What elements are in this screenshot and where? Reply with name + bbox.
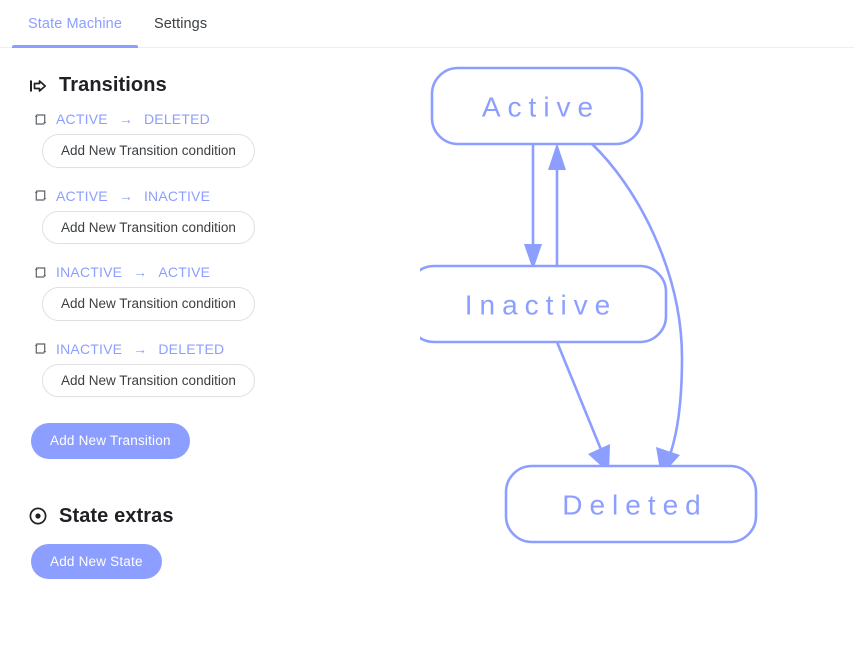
transition-loop-icon <box>33 112 48 127</box>
page-content: Transitions ACTIVE → DELETED Add New Tra… <box>0 48 854 671</box>
transition-loop-icon <box>33 188 48 203</box>
transition-row: ACTIVE → DELETED Add New Transition cond… <box>28 111 420 182</box>
transition-loop-icon <box>33 265 48 280</box>
tab-state-machine[interactable]: State Machine <box>12 0 138 48</box>
transition-arrow-icon: → <box>133 340 148 357</box>
add-new-transition-button[interactable]: Add New Transition <box>31 423 190 459</box>
state-extras-title: State extras <box>59 504 174 527</box>
transition-to: INACTIVE <box>143 187 211 204</box>
edge-arrowhead <box>548 143 566 170</box>
add-transition-button-wrap: Add New Transition <box>31 423 420 459</box>
node-label-deleted: Deleted <box>562 490 708 521</box>
add-new-state-button[interactable]: Add New State <box>31 543 162 579</box>
add-transition-condition-button[interactable]: Add New Transition condition <box>42 210 255 244</box>
transitions-title: Transitions <box>59 74 167 96</box>
transition-label: ACTIVE → INACTIVE <box>28 188 420 204</box>
edge-inactive-to-deleted <box>555 341 610 473</box>
add-transition-condition-button[interactable]: Add New Transition condition <box>42 134 255 168</box>
transition-to: DELETED <box>143 111 210 127</box>
transition-row: INACTIVE → DELETED Add New Transition co… <box>28 341 420 412</box>
transition-loop-icon <box>33 341 48 356</box>
transitions-section-header: Transitions <box>28 74 420 97</box>
diagram-node-inactive[interactable]: Inactive <box>420 264 668 344</box>
tab-bar: State Machine Settings <box>0 0 854 48</box>
state-machine-diagram: Active Inactive Deleted <box>420 48 854 671</box>
transition-arrow-icon: → <box>118 187 133 204</box>
transition-to: ACTIVE <box>158 264 211 280</box>
edge-active-to-inactive <box>524 144 542 270</box>
node-label-inactive: Inactive <box>465 290 618 321</box>
transition-label: INACTIVE → DELETED <box>28 341 420 357</box>
transition-arrow-icon: → <box>118 111 133 127</box>
transition-from: INACTIVE <box>56 264 123 280</box>
arrow-right-from-bar-icon <box>28 76 48 96</box>
transition-from: ACTIVE <box>56 187 108 204</box>
tab-settings-label: Settings <box>154 15 208 32</box>
transition-label: INACTIVE → ACTIVE <box>28 264 420 280</box>
edge-inactive-to-active <box>548 143 566 266</box>
diagram-node-active[interactable]: Active <box>430 66 644 146</box>
transition-label: ACTIVE → DELETED <box>28 111 420 127</box>
transition-to: DELETED <box>158 340 225 357</box>
tab-settings[interactable]: Settings <box>138 0 223 47</box>
transition-from: ACTIVE <box>56 111 108 127</box>
node-label-active: Active <box>482 92 600 123</box>
tab-state-machine-label: State Machine <box>28 15 122 32</box>
state-machine-svg: Active Inactive Deleted <box>420 66 758 544</box>
target-circle-icon <box>28 506 48 526</box>
edge-line <box>555 341 604 453</box>
state-extras-section-header: State extras <box>28 505 420 528</box>
transition-arrow-icon: → <box>133 264 148 280</box>
transition-from: INACTIVE <box>56 340 123 357</box>
add-transition-condition-button[interactable]: Add New Transition condition <box>42 363 255 397</box>
diagram-node-deleted[interactable]: Deleted <box>504 464 758 544</box>
transition-row: ACTIVE → INACTIVE Add New Transition con… <box>28 188 420 259</box>
add-transition-condition-button[interactable]: Add New Transition condition <box>42 287 255 321</box>
left-panel: Transitions ACTIVE → DELETED Add New Tra… <box>0 48 420 579</box>
transition-row: INACTIVE → ACTIVE Add New Transition con… <box>28 264 420 335</box>
add-state-button-wrap: Add New State <box>31 543 420 579</box>
